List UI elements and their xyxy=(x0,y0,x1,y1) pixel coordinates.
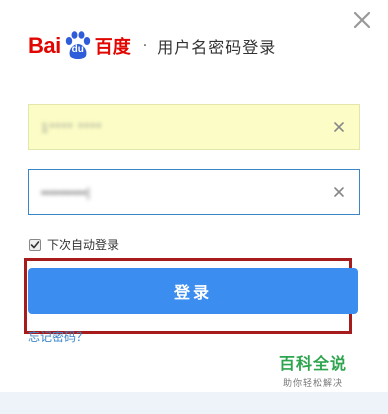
header-separator: · xyxy=(142,38,148,54)
password-field[interactable]: ••••••••••| xyxy=(28,169,360,215)
paw-icon: du xyxy=(62,30,94,62)
password-value: ••••••••••| xyxy=(41,184,90,200)
dialog-header: Bai du 百度 · 用户名密码登录 xyxy=(28,26,276,66)
logo-text-du: du xyxy=(71,44,84,55)
close-button[interactable] xyxy=(350,8,374,32)
clear-password-icon[interactable] xyxy=(331,184,347,200)
remember-me[interactable]: 下次自动登录 xyxy=(29,236,119,253)
watermark-subtitle: 助你轻松解决 xyxy=(283,379,344,389)
forgot-password-link[interactable]: 忘记密码？ xyxy=(28,328,88,345)
watermark: 百科全说 助你轻松解决 xyxy=(279,350,347,389)
username-field[interactable]: 1**** **** xyxy=(28,104,360,150)
login-button[interactable]: 登录 xyxy=(28,268,358,314)
remember-label: 下次自动登录 xyxy=(47,238,120,252)
baidu-logo: Bai du 百度 xyxy=(28,26,131,66)
checkmark-icon xyxy=(30,240,40,248)
watermark-title: 百科全说 xyxy=(279,354,348,373)
username-value: 1**** **** xyxy=(41,119,103,135)
logo-text-bai: Bai xyxy=(28,33,61,58)
login-button-label: 登录 xyxy=(173,283,212,302)
bottom-bar xyxy=(0,392,388,414)
dialog-title: 用户名密码登录 xyxy=(157,38,277,57)
clear-username-icon[interactable] xyxy=(331,119,347,135)
close-icon xyxy=(353,11,371,29)
logo-text-cn: 百度 xyxy=(94,37,131,58)
remember-checkbox[interactable] xyxy=(29,238,41,251)
